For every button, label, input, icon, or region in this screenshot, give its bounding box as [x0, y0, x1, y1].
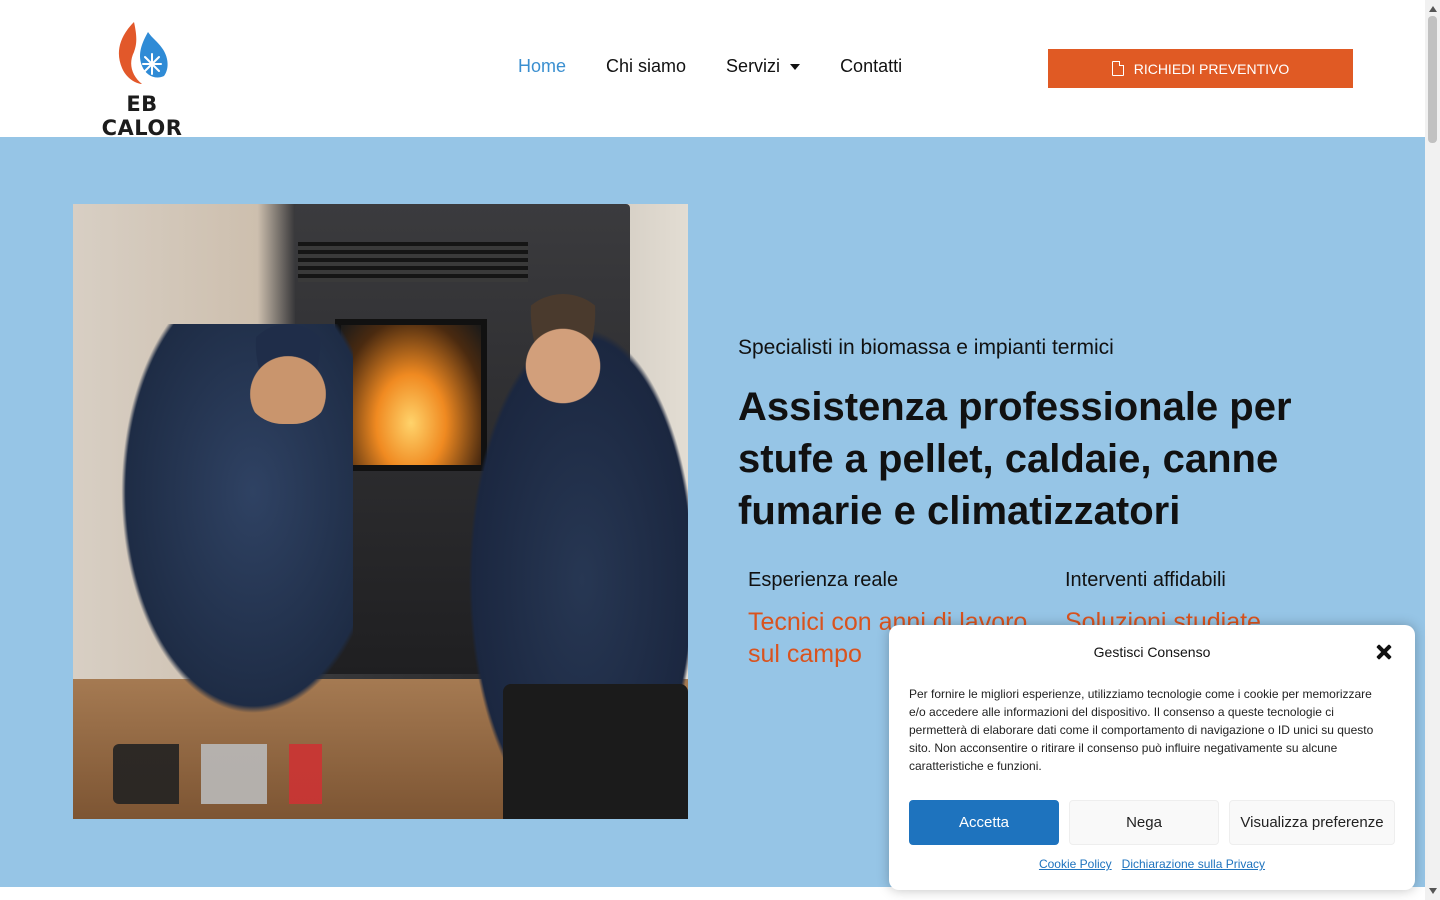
hero-kicker: Specialisti in biomassa e impianti termi…	[738, 336, 1114, 359]
cookie-dialog-title: Gestisci Consenso	[1093, 644, 1211, 660]
accept-button[interactable]: Accetta	[909, 800, 1059, 845]
request-quote-label: RICHIEDI PREVENTIVO	[1133, 60, 1290, 77]
view-preferences-button[interactable]: Visualizza preferenze	[1229, 800, 1395, 845]
cookie-description: Per fornire le migliori esperienze, util…	[909, 687, 1374, 773]
nav-item-servizi[interactable]: Servizi	[726, 56, 801, 77]
cookie-button-group: Accetta Nega Visualizza preferenze	[909, 800, 1395, 845]
flame-snowflake-logo-icon	[118, 22, 168, 84]
technicians-photo	[73, 204, 688, 819]
nav-item-chi-siamo[interactable]: Chi siamo	[606, 56, 686, 77]
nav-item-servizi-label: Servizi	[726, 56, 781, 76]
logo-text: EB CALOR	[101, 92, 183, 140]
scroll-up-arrow-icon[interactable]	[1429, 6, 1437, 12]
document-icon	[1111, 60, 1125, 76]
feature-title: Interventi affidabili	[1065, 569, 1226, 591]
nav-item-home[interactable]: Home	[518, 56, 566, 77]
deny-button[interactable]: Nega	[1069, 800, 1219, 845]
cookie-policy-link[interactable]: Cookie Policy	[1039, 857, 1112, 871]
cookie-links: Cookie Policy Dichiarazione sulla Privac…	[889, 857, 1415, 871]
page-scrollbar[interactable]	[1425, 0, 1440, 900]
nav-item-contatti[interactable]: Contatti	[840, 56, 902, 77]
main-nav: Home Chi siamo Servizi Contatti	[518, 56, 902, 77]
request-quote-button[interactable]: RICHIEDI PREVENTIVO	[1048, 49, 1353, 88]
hero-headline: Assistenza professionale per stufe a pel…	[738, 385, 1292, 533]
scroll-down-arrow-icon[interactable]	[1429, 888, 1437, 894]
scrollbar-thumb[interactable]	[1428, 16, 1437, 143]
site-header: EB CALOR Home Chi siamo Servizi Contatti…	[0, 0, 1425, 140]
close-icon[interactable]	[1373, 641, 1395, 663]
privacy-statement-link[interactable]: Dichiarazione sulla Privacy	[1122, 857, 1265, 871]
feature-title: Esperienza reale	[748, 569, 899, 591]
logo[interactable]: EB CALOR	[86, 20, 198, 140]
cookie-consent-dialog: Gestisci Consenso Per fornire le miglior…	[889, 625, 1415, 890]
caret-down-icon	[790, 63, 801, 70]
